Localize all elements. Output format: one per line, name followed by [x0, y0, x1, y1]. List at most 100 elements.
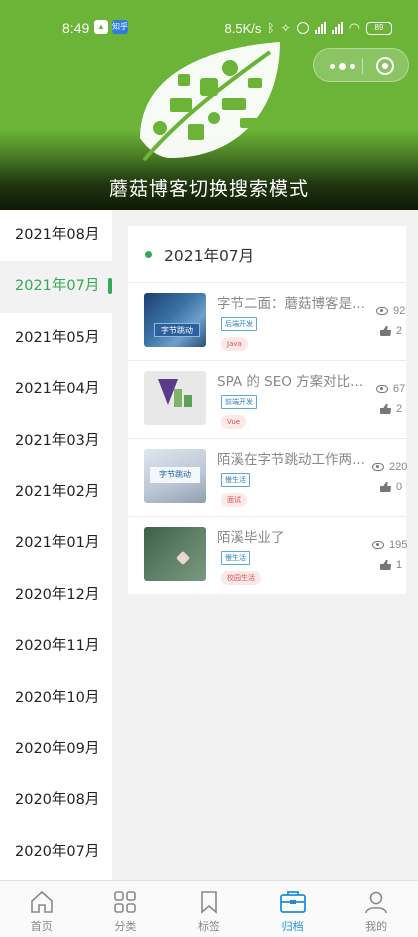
miniprogram-capsule — [313, 48, 409, 82]
sidebar-month-item[interactable]: 2021年04月 — [0, 364, 112, 415]
dot-icon — [349, 63, 355, 69]
sidebar-month-item[interactable]: 2020年11月 — [0, 621, 112, 672]
sidebar-month-label: 2020年11月 — [15, 638, 100, 655]
view-count-value: 220 — [389, 461, 408, 473]
category-tag[interactable]: 前端开发 — [221, 395, 257, 409]
bookmark-icon — [201, 891, 217, 914]
like-count-value: 0 — [396, 481, 403, 493]
eye-icon — [376, 307, 388, 315]
thumbs-up-icon — [380, 326, 391, 336]
post-title: 陌溪毕业了 — [217, 530, 285, 546]
notification-icon: ▲ — [94, 20, 108, 34]
zhihu-badge-icon: 知乎 — [112, 20, 128, 34]
sidebar-month-label: 2021年08月 — [15, 227, 100, 243]
sidebar-month-item[interactable]: 2020年10月 — [0, 673, 112, 724]
post-item[interactable]: 字节跳动 陌溪在字节跳动工作两... 慢生活 面试 220 0 — [128, 438, 407, 516]
sidebar-month-item[interactable]: 2021年03月 — [0, 416, 112, 467]
leaf-logo-icon — [140, 42, 280, 162]
post-title: SPA 的 SEO 方案对比... — [217, 374, 364, 390]
mute-icon: ✧ — [280, 21, 291, 35]
sidebar-month-item[interactable]: 2021年07月 — [0, 261, 112, 313]
sidebar-month-label: 2021年02月 — [15, 483, 100, 500]
label-tag[interactable]: Vue — [221, 415, 247, 429]
page-title[interactable]: 蘑菇博客切换搜索模式 — [0, 174, 418, 201]
sidebar-month-item[interactable]: 2020年12月 — [0, 570, 112, 621]
view-count: 92 — [376, 305, 405, 317]
user-icon — [365, 891, 387, 914]
label-tag[interactable]: 面试 — [221, 493, 247, 507]
sidebar-month-item[interactable]: 2021年02月 — [0, 467, 112, 518]
thumbs-up-icon — [380, 404, 391, 414]
eye-icon — [372, 541, 384, 549]
view-count-value: 67 — [393, 383, 406, 395]
tab-me[interactable]: 我的 — [334, 881, 418, 937]
category-tag[interactable]: 后端开发 — [221, 317, 257, 331]
archive-card: 2021年07月 字节跳动 字节二面：蘑菇博客是... 后端开发 Java 92… — [128, 226, 407, 594]
dot-icon — [145, 251, 152, 258]
sidebar-month-item[interactable]: 2021年08月 — [0, 210, 112, 261]
more-menu-button[interactable] — [322, 49, 362, 83]
sidebar-month-label: 2021年03月 — [15, 432, 100, 449]
capsule-divider — [362, 58, 363, 74]
sidebar-month-item[interactable]: 2021年05月 — [0, 313, 112, 364]
label-tag[interactable]: 校园生活 — [221, 571, 261, 585]
month-heading: 2021年07月 — [128, 226, 406, 282]
view-count-value: 195 — [389, 539, 408, 551]
view-count: 67 — [376, 383, 405, 395]
tab-tags[interactable]: 标签 — [167, 881, 251, 937]
tab-archive[interactable]: 归档 — [251, 881, 335, 937]
tab-label: 首页 — [30, 920, 53, 933]
thumbs-up-icon — [380, 482, 391, 492]
bottom-tab-bar: 首页 分类 标签 归档 我的 — [0, 880, 418, 937]
view-count: 195 — [372, 539, 407, 551]
archive-content: 2021年07月 字节跳动 字节二面：蘑菇博客是... 后端开发 Java 92… — [112, 210, 418, 880]
sidebar-month-label: 2020年10月 — [15, 689, 100, 706]
battery-icon: 89 — [366, 21, 392, 35]
sidebar-month-label: 2021年07月 — [15, 278, 100, 295]
status-app-icons: ▲ 知乎 — [94, 20, 128, 34]
net-speed: 8.5K/s — [224, 20, 262, 36]
alarm-icon — [296, 22, 309, 34]
sidebar-month-label: 2021年05月 — [15, 329, 100, 346]
post-title: 陌溪在字节跳动工作两... — [217, 452, 365, 468]
post-title: 字节二面：蘑菇博客是... — [217, 296, 365, 312]
sidebar-month-item[interactable]: 2020年07月 — [0, 827, 112, 878]
view-count: 220 — [372, 461, 407, 473]
signal-1-icon — [314, 22, 326, 34]
like-count: 1 — [380, 559, 402, 571]
like-count: 0 — [380, 481, 402, 493]
post-item[interactable]: 字节跳动 字节二面：蘑菇博客是... 后端开发 Java 92 2 — [128, 282, 406, 360]
eye-icon — [372, 463, 384, 471]
like-count: 2 — [380, 403, 402, 415]
status-time: 8:49 — [62, 20, 90, 36]
post-item[interactable]: SPA 的 SEO 方案对比... 前端开发 Vue 67 2 — [128, 360, 406, 438]
grid-icon — [114, 891, 137, 913]
month-sidebar: 2021年08月 2021年07月 2021年05月 2021年04月 2021年03月… — [0, 210, 112, 880]
month-title: 2021年07月 — [164, 247, 255, 265]
close-miniprogram-button[interactable] — [376, 57, 394, 75]
signal-2-icon — [331, 22, 343, 34]
post-thumbnail — [144, 527, 206, 581]
sidebar-month-label: 2021年04月 — [15, 381, 100, 398]
sidebar-month-label: 2020年07月 — [15, 843, 100, 860]
thumbs-up-icon — [380, 560, 391, 570]
sidebar-month-item[interactable]: 2020年08月 — [0, 775, 112, 826]
category-tag[interactable]: 慢生活 — [221, 551, 250, 565]
category-tag[interactable]: 慢生活 — [221, 473, 250, 487]
sidebar-month-item[interactable]: 2021年01月 — [0, 518, 112, 569]
like-count-value: 2 — [396, 325, 403, 337]
sidebar-month-item[interactable]: 2020年09月 — [0, 724, 112, 775]
sidebar-month-label: 2021年01月 — [15, 535, 100, 552]
like-count-value: 2 — [396, 403, 403, 415]
wifi-icon: ◠ — [348, 20, 360, 35]
home-icon — [30, 890, 53, 913]
label-tag[interactable]: Java — [221, 337, 248, 351]
tab-category[interactable]: 分类 — [84, 881, 168, 937]
tab-label: 我的 — [365, 920, 388, 933]
archive-box-icon — [279, 891, 306, 913]
view-count-value: 92 — [393, 305, 406, 317]
post-item[interactable]: 陌溪毕业了 慢生活 校园生活 195 1 — [128, 516, 407, 594]
sidebar-month-label: 2020年09月 — [15, 740, 100, 757]
dot-icon — [338, 62, 346, 70]
tab-home[interactable]: 首页 — [0, 881, 84, 937]
